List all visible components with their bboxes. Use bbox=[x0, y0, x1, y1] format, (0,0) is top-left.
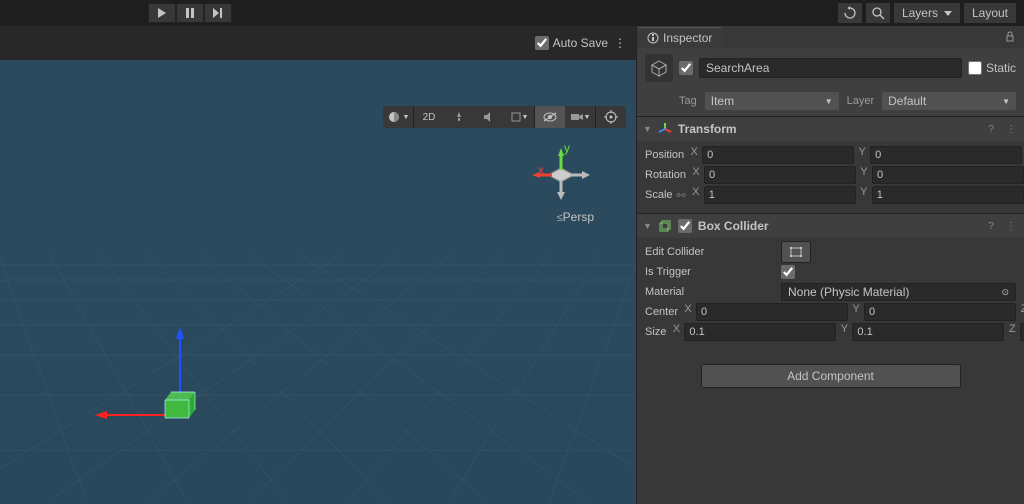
scene-view[interactable]: Auto Save ⋮ ▼ 2D ▼ bbox=[0, 26, 636, 504]
search-icon[interactable] bbox=[866, 3, 890, 23]
shading-dropdown[interactable]: ▼ bbox=[383, 106, 413, 128]
orientation-gizmo[interactable]: x y bbox=[526, 140, 596, 210]
constrain-scale-icon[interactable]: ⚯ bbox=[677, 189, 686, 202]
audio-toggle[interactable] bbox=[474, 106, 504, 128]
help-icon[interactable]: ? bbox=[984, 124, 998, 135]
tag-label: Tag bbox=[679, 95, 697, 107]
scene-overlay-toolbar: ▼ 2D ▼ ▼ bbox=[383, 106, 626, 128]
kebab-icon[interactable]: ⋮ bbox=[1004, 221, 1018, 232]
axis-x-label: x bbox=[538, 163, 544, 177]
scale-x[interactable] bbox=[704, 186, 856, 204]
size-z[interactable] bbox=[1020, 323, 1024, 341]
visibility-toggle[interactable] bbox=[535, 106, 565, 128]
autosave-toggle[interactable]: Auto Save bbox=[535, 36, 608, 50]
size-y[interactable] bbox=[852, 323, 1004, 341]
rotation-x[interactable] bbox=[704, 166, 856, 184]
center-label: Center bbox=[645, 306, 678, 318]
gameobject-enabled-checkbox[interactable] bbox=[679, 61, 693, 75]
kebab-icon[interactable]: ⋮ bbox=[1004, 124, 1018, 135]
edit-collider-button[interactable] bbox=[781, 241, 811, 263]
gizmos-toggle[interactable] bbox=[596, 106, 626, 128]
cube-icon[interactable] bbox=[645, 54, 673, 82]
box-collider-icon bbox=[658, 219, 672, 233]
center-y[interactable] bbox=[864, 303, 1016, 321]
object-picker-icon[interactable]: ⊙ bbox=[1001, 287, 1009, 298]
layer-dropdown[interactable]: Default▼ bbox=[882, 92, 1016, 110]
camera-toggle[interactable]: ▼ bbox=[565, 106, 595, 128]
transform-header[interactable]: ▼ Transform ? ⋮ bbox=[637, 117, 1024, 141]
position-label: Position bbox=[645, 149, 684, 161]
box-collider-component: ▼ Box Collider ? ⋮ Edit Collider Is Trig… bbox=[637, 213, 1024, 350]
projection-label[interactable]: ≤Persp bbox=[557, 210, 594, 224]
is-trigger-checkbox[interactable] bbox=[781, 265, 795, 279]
inspector-panel: Inspector Static Tag Item▼ Layer Default… bbox=[636, 26, 1024, 504]
rotation-label: Rotation bbox=[645, 169, 686, 181]
position-y[interactable] bbox=[870, 146, 1022, 164]
play-controls bbox=[148, 3, 232, 23]
material-field[interactable]: None (Physic Material)⊙ bbox=[781, 283, 1016, 301]
static-toggle[interactable]: Static bbox=[968, 61, 1016, 75]
info-icon bbox=[647, 32, 659, 44]
position-x[interactable] bbox=[702, 146, 854, 164]
gameobject-name-field[interactable] bbox=[699, 58, 962, 78]
is-trigger-label: Is Trigger bbox=[645, 266, 777, 278]
layout-dropdown[interactable]: Layout bbox=[964, 3, 1016, 23]
gameobject-header: Static Tag Item▼ Layer Default▼ bbox=[637, 48, 1024, 116]
box-collider-header[interactable]: ▼ Box Collider ? ⋮ bbox=[637, 214, 1024, 238]
layer-label: Layer bbox=[847, 95, 875, 107]
tag-dropdown[interactable]: Item▼ bbox=[705, 92, 839, 110]
pause-button[interactable] bbox=[176, 3, 204, 23]
inspector-tab[interactable]: Inspector bbox=[637, 27, 722, 48]
layers-dropdown[interactable]: Layers bbox=[894, 3, 960, 23]
material-label: Material bbox=[645, 286, 777, 298]
autosave-checkbox[interactable] bbox=[535, 36, 549, 50]
box-collider-enabled[interactable] bbox=[678, 219, 692, 233]
axis-y-label: y bbox=[564, 141, 570, 155]
chevron-down-icon bbox=[944, 11, 952, 16]
top-toolbar: Layers Layout bbox=[0, 0, 1024, 26]
center-x[interactable] bbox=[696, 303, 848, 321]
size-label: Size bbox=[645, 326, 666, 338]
foldout-arrow-icon: ▼ bbox=[643, 124, 652, 134]
edit-collider-label: Edit Collider bbox=[645, 246, 777, 258]
lock-icon[interactable] bbox=[1004, 31, 1024, 43]
step-button[interactable] bbox=[204, 3, 232, 23]
add-component-button[interactable]: Add Component bbox=[701, 364, 961, 388]
help-icon[interactable]: ? bbox=[984, 221, 998, 232]
fx-toggle[interactable]: ▼ bbox=[504, 106, 534, 128]
lighting-toggle[interactable] bbox=[444, 106, 474, 128]
play-button[interactable] bbox=[148, 3, 176, 23]
undo-history-icon[interactable] bbox=[838, 3, 862, 23]
scale-y[interactable] bbox=[872, 186, 1024, 204]
kebab-icon[interactable]: ⋮ bbox=[614, 36, 630, 50]
rotation-y[interactable] bbox=[872, 166, 1024, 184]
transform-component: ▼ Transform ? ⋮ Position XYZ Rotation XY… bbox=[637, 116, 1024, 213]
transform-icon bbox=[658, 122, 672, 136]
scale-label: Scale bbox=[645, 189, 673, 201]
foldout-arrow-icon: ▼ bbox=[643, 221, 652, 231]
size-x[interactable] bbox=[684, 323, 836, 341]
2d-toggle[interactable]: 2D bbox=[414, 106, 444, 128]
